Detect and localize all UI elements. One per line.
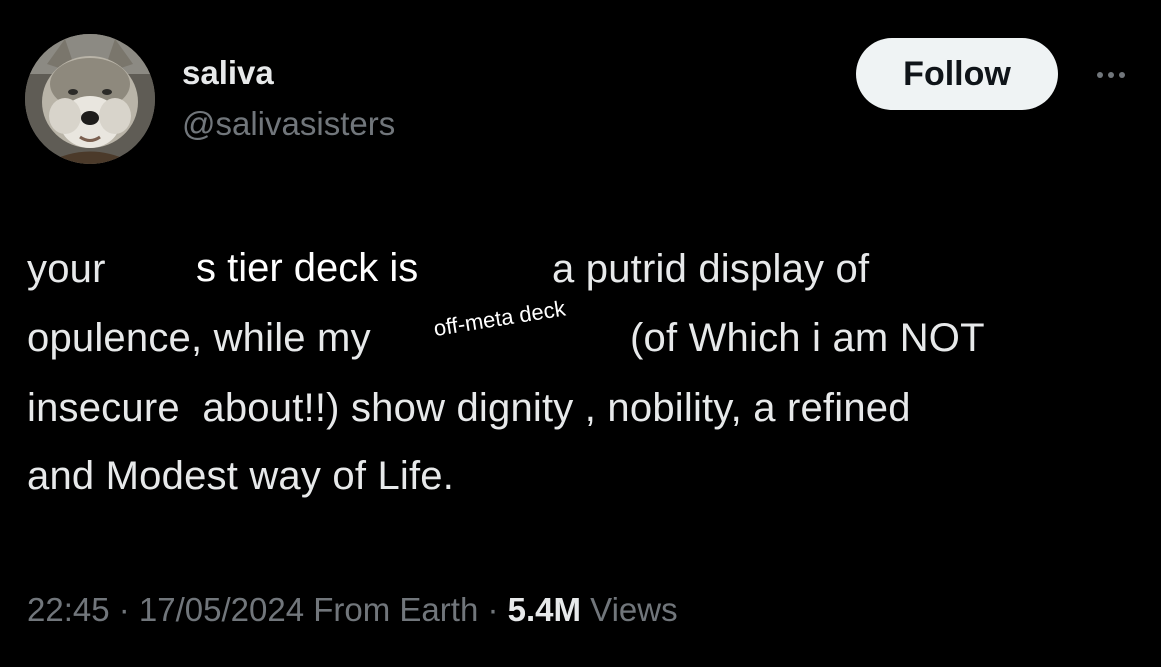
tweet-text-line2-right: (of Which i am NOT: [630, 316, 985, 360]
views-label: Views: [581, 591, 678, 628]
tweet-meta: 22:45 · 17/05/2024 From Earth · 5.4M Vie…: [27, 590, 678, 630]
tweet-location: From Earth: [304, 591, 479, 628]
edited-overlay-offmeta-text: off-meta deck: [431, 295, 568, 342]
tweet-card: saliva @salivasisters Follow your a putr…: [0, 0, 1161, 667]
tweet-text-line-3: insecure about!!) show dignity , nobilit…: [27, 386, 911, 430]
views-count[interactable]: 5.4M: [508, 591, 581, 628]
tweet-date[interactable]: 17/05/2024: [139, 591, 304, 628]
tweet-text-line1-left: your: [27, 247, 106, 291]
author-display-name[interactable]: saliva: [182, 53, 274, 93]
meta-separator: ·: [109, 591, 139, 628]
more-horizontal-icon[interactable]: [1086, 60, 1136, 90]
tweet-time[interactable]: 22:45: [27, 591, 110, 628]
meta-separator: ·: [478, 591, 508, 628]
edited-overlay-tier-text: s tier deck is: [196, 246, 419, 290]
author-handle[interactable]: @salivasisters: [182, 104, 395, 144]
wolf-avatar-image: [25, 34, 155, 164]
follow-button[interactable]: Follow: [856, 38, 1058, 110]
tweet-text-line1-right: a putrid display of: [552, 247, 870, 291]
tweet-text-line-4: and Modest way of Life.: [27, 454, 455, 498]
tweet-text-line2-left: opulence, while my: [27, 316, 371, 360]
avatar[interactable]: [25, 34, 155, 164]
